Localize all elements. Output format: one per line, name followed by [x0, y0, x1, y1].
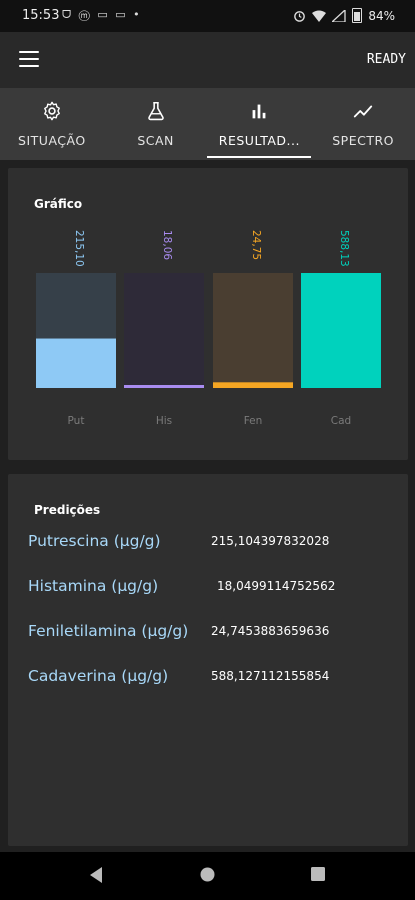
category-label: Fen — [244, 415, 263, 427]
recents-icon[interactable] — [310, 866, 326, 882]
back-icon[interactable] — [88, 866, 104, 884]
bar-chart: 215,10 Put 18,06 His 24,75 Fen 588,13 Cad — [36, 230, 381, 427]
prediction-value: 24,7453883659636 — [211, 624, 330, 638]
tab-label: SCAN — [137, 133, 174, 148]
prediction-value: 18,0499114752562 — [217, 579, 336, 593]
bar-chart-icon — [252, 104, 266, 119]
category-label: Put — [68, 415, 85, 427]
notification-icons: ᗜ ⓜ ▭ ▭ • — [62, 8, 142, 21]
tab-bar: SITUAÇÃO SCAN RESULTAD... SPECTRO — [0, 88, 415, 160]
bar-background — [213, 273, 293, 388]
battery-percent: 84% — [368, 8, 395, 23]
prediction-label: Histamina (μg/g) — [28, 577, 159, 595]
tab-spectro[interactable]: SPECTRO — [311, 88, 415, 160]
status-bar: 15:53 ᗜ ⓜ ▭ ▭ • 84% — [0, 0, 415, 32]
wifi-icon — [312, 10, 327, 22]
connection-status: READY — [366, 52, 406, 67]
home-icon[interactable] — [199, 866, 216, 883]
status-time: 15:53 — [22, 8, 60, 23]
signal-icon — [332, 9, 346, 22]
prediction-value: 588,127112155854 — [211, 669, 330, 683]
bar-value-label: 24,75 — [250, 230, 262, 260]
prediction-label: Cadaverina (μg/g) — [28, 667, 169, 685]
app-bar: READY — [0, 32, 415, 88]
prediction-row-histamina: Histamina (μg/g) 18,0499114752562 — [28, 577, 408, 601]
tab-scan[interactable]: SCAN — [104, 88, 208, 160]
tab-label: RESULTAD... — [218, 133, 300, 148]
tab-situacao[interactable]: SITUAÇÃO — [0, 88, 104, 160]
tab-label: SPECTRO — [332, 133, 394, 148]
bar-his — [124, 385, 204, 388]
predictions-title: Predições — [34, 503, 101, 517]
predictions-card: Predições Putrescina (μg/g) 215,10439783… — [8, 474, 408, 846]
prediction-row-feniletilamina: Feniletilamina (μg/g) 24,7453883659636 — [28, 622, 408, 646]
system-nav-bar — [0, 852, 415, 900]
status-right: 84% — [293, 8, 395, 23]
category-label: Cad — [331, 415, 351, 427]
alarm-icon — [294, 11, 306, 22]
prediction-row-cadaverina: Cadaverina (μg/g) 588,127112155854 — [28, 667, 408, 691]
category-label: His — [156, 415, 172, 427]
prediction-row-putrescina: Putrescina (μg/g) 215,104397832028 — [28, 532, 408, 556]
bar-put — [36, 338, 116, 388]
active-tab-indicator — [207, 156, 311, 158]
menu-icon[interactable] — [19, 51, 39, 67]
battery-icon — [352, 8, 363, 23]
bar-value-label: 588,13 — [338, 230, 350, 267]
bar-fen — [213, 382, 293, 388]
tab-label: SITUAÇÃO — [18, 133, 86, 148]
bar-value-label: 215,10 — [73, 230, 85, 267]
prediction-label: Putrescina (μg/g) — [28, 532, 161, 550]
bar-cad — [301, 273, 381, 388]
chart-card: Gráfico 215,10 Put 18,06 His 24,75 Fen 588,13 C… — [8, 168, 408, 460]
gear-icon — [43, 101, 60, 121]
tab-resultados[interactable]: RESULTAD... — [208, 88, 312, 160]
prediction-label: Feniletilamina (μg/g) — [28, 622, 189, 640]
trend-line-icon — [353, 105, 373, 118]
bar-value-label: 18,06 — [161, 230, 173, 260]
prediction-value: 215,104397832028 — [211, 534, 330, 548]
flask-icon — [147, 101, 164, 121]
bar-background — [124, 273, 204, 388]
